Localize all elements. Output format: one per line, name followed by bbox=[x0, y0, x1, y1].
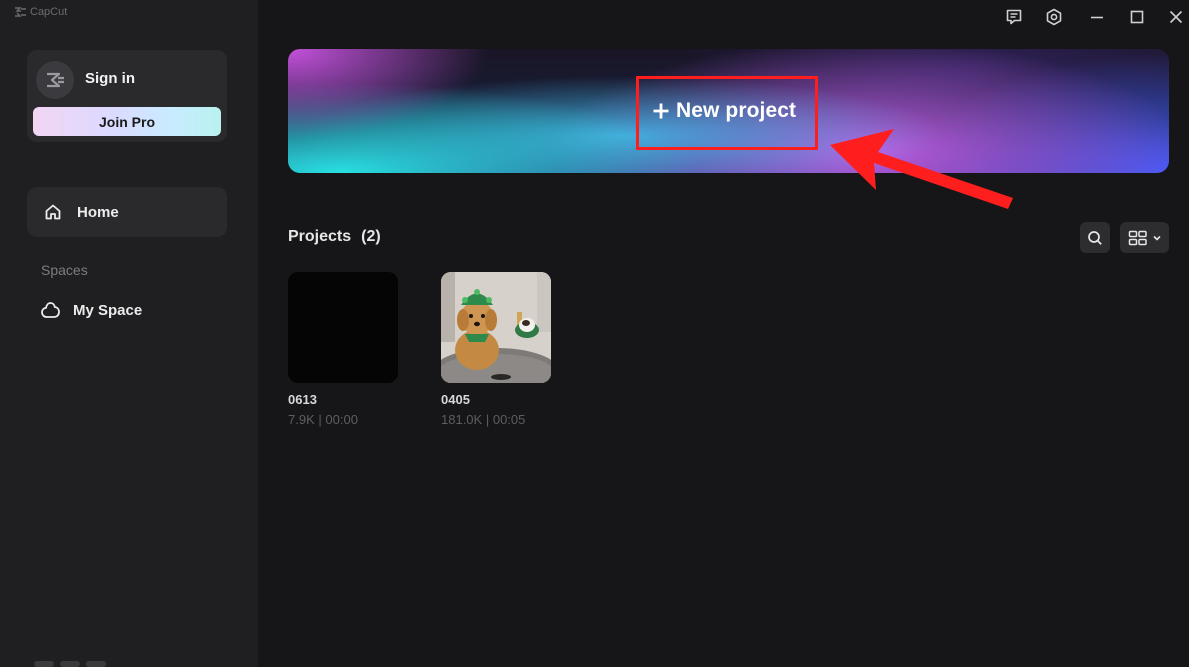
projects-heading: Projects (2) bbox=[288, 228, 381, 246]
project-thumbnail[interactable] bbox=[441, 272, 551, 383]
capcut-avatar-icon bbox=[47, 72, 64, 88]
search-button[interactable] bbox=[1080, 222, 1110, 253]
search-icon bbox=[1088, 230, 1102, 245]
settings-icon bbox=[1046, 8, 1062, 26]
close-icon bbox=[1169, 10, 1183, 24]
project-card[interactable]: 0405 181.0K | 00:05 bbox=[441, 272, 551, 427]
plus-icon bbox=[653, 103, 669, 119]
feedback-button[interactable] bbox=[1001, 4, 1027, 30]
app-title: CapCut bbox=[30, 6, 68, 18]
settings-button[interactable] bbox=[1041, 4, 1067, 30]
project-card[interactable]: 0613 7.9K | 00:00 bbox=[288, 272, 398, 427]
chevron-down-icon bbox=[1152, 235, 1161, 241]
avatar[interactable] bbox=[36, 61, 74, 99]
grid-view-icon bbox=[1128, 230, 1147, 245]
sidebar-item-my-space[interactable]: My Space bbox=[40, 298, 142, 322]
sidebar-item-label: Home bbox=[77, 203, 119, 221]
projects-title: Projects bbox=[288, 228, 352, 245]
meta-separator: | bbox=[485, 412, 490, 427]
meta-separator: | bbox=[318, 412, 322, 427]
project-meta: 7.9K | 00:00 bbox=[288, 412, 358, 427]
view-mode-dropdown[interactable] bbox=[1120, 222, 1169, 253]
new-project-button[interactable]: New project bbox=[652, 96, 796, 126]
project-size: 181.0K bbox=[441, 412, 483, 427]
new-project-banner[interactable]: New project bbox=[288, 49, 1169, 173]
project-thumbnail[interactable] bbox=[288, 272, 398, 383]
project-meta: 181.0K | 00:05 bbox=[441, 412, 525, 427]
spaces-heading: Spaces bbox=[41, 262, 88, 278]
feedback-icon bbox=[1006, 9, 1022, 25]
account-card: Sign in Join Pro bbox=[27, 50, 227, 142]
project-duration: 00:05 bbox=[492, 412, 526, 427]
dog-photo-image bbox=[441, 272, 551, 383]
project-name: 0613 bbox=[288, 392, 317, 407]
bottom-decoration bbox=[34, 661, 106, 667]
minimize-icon bbox=[1091, 16, 1103, 19]
project-name: 0405 bbox=[441, 392, 470, 407]
maximize-icon bbox=[1130, 10, 1144, 24]
cloud-icon bbox=[41, 302, 60, 318]
project-size: 7.9K bbox=[288, 412, 315, 427]
app-logo: CapCut bbox=[14, 6, 67, 18]
minimize-button[interactable] bbox=[1084, 4, 1110, 30]
close-button[interactable] bbox=[1163, 4, 1189, 30]
sidebar-item-label: My Space bbox=[73, 301, 143, 319]
projects-count: (2) bbox=[361, 228, 381, 245]
sign-in-link[interactable]: Sign in bbox=[85, 70, 135, 87]
project-duration: 00:00 bbox=[325, 412, 358, 427]
new-project-label: New project bbox=[676, 99, 797, 122]
home-icon bbox=[45, 204, 61, 220]
sidebar: CapCut Sign in Join Pro Home Spaces My S… bbox=[0, 0, 258, 667]
capcut-logo-icon bbox=[15, 7, 26, 17]
join-pro-button[interactable]: Join Pro bbox=[33, 107, 221, 136]
maximize-button[interactable] bbox=[1124, 4, 1150, 30]
sidebar-item-home[interactable]: Home bbox=[27, 187, 227, 237]
